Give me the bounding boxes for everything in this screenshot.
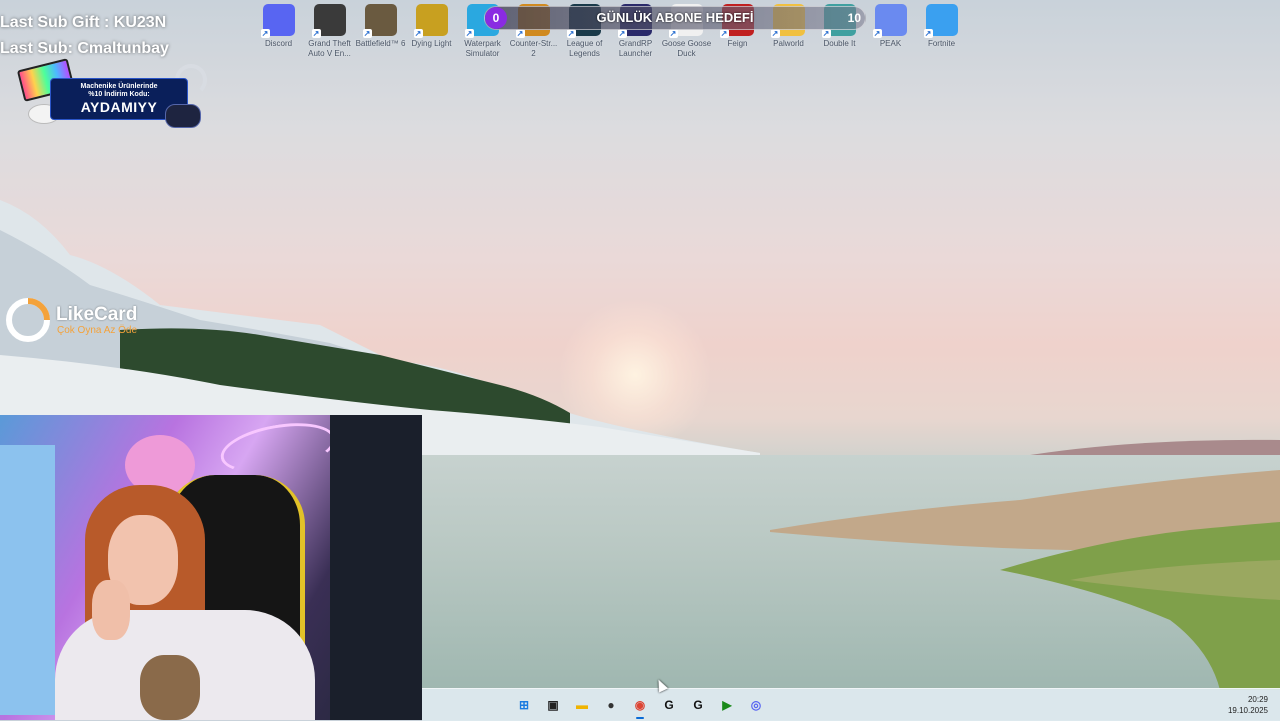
- desktop-shortcut[interactable]: ↗ Dying Light: [406, 4, 457, 59]
- shortcut-arrow-icon: ↗: [719, 29, 729, 38]
- webcam-shirt-print: [140, 655, 200, 720]
- battlefield-icon: ↗: [362, 4, 397, 38]
- chrome-icon: ◉: [634, 698, 646, 712]
- shortcut-arrow-icon: ↗: [872, 29, 882, 38]
- shortcut-arrow-icon: ↗: [362, 29, 372, 38]
- likecard-sponsor: LikeCard Çok Oyna Az Öde: [6, 298, 137, 342]
- task-view-icon: ▣: [547, 698, 559, 712]
- taskbar-time: 20:29: [1247, 695, 1268, 704]
- start-button[interactable]: ⊞: [510, 689, 538, 721]
- gamepad-icon: [165, 104, 201, 128]
- desktop-shortcut-label: PEAK: [879, 39, 902, 48]
- last-sub-gift-text: Last Sub Gift : KU23N: [0, 14, 167, 31]
- peak-icon: ↗: [872, 4, 907, 38]
- sponsor-promo-banner: Machenike Ürünlerinde %10 İndirim Kodu: …: [16, 58, 207, 128]
- g-hub-2-button[interactable]: G: [684, 689, 712, 721]
- desktop-shortcut-label: Grand Theft Auto V En...: [308, 39, 351, 58]
- likecard-tagline: Çok Oyna Az Öde: [57, 324, 138, 336]
- webcam-neon-light: [216, 415, 340, 481]
- desktop-shortcut-label: Palworld: [773, 39, 804, 48]
- wallpaper-grass: [770, 470, 1280, 690]
- desktop-shortcut-label: Double It: [823, 39, 856, 48]
- webcam-shelf: [0, 445, 55, 715]
- desktop-shortcut-label: Discord: [264, 39, 293, 48]
- discord-taskbar-icon: ◎: [750, 698, 762, 712]
- sub-goal-bar: 0 GÜNLÜK ABONE HEDEFİ 10: [484, 6, 866, 30]
- webcam-background: [330, 415, 422, 720]
- shortcut-arrow-icon: ↗: [413, 29, 423, 38]
- desktop-shortcut[interactable]: ↗ Grand Theft Auto V En...: [304, 4, 355, 59]
- desktop-shortcut-label: Counter-Str... 2: [509, 39, 558, 58]
- taskbar-pinned-apps: ⊞ ▣ ▬ ● ◉ G G ▶ ◎: [510, 689, 771, 721]
- file-explorer-icon: ▬: [576, 698, 588, 712]
- sub-goal-target: 10: [847, 11, 861, 25]
- desktop-shortcut-label: GrandRP Launcher: [618, 39, 653, 58]
- nvidia-button[interactable]: ▶: [713, 689, 741, 721]
- discord-taskbar-button[interactable]: ◎: [742, 689, 770, 721]
- shortcut-arrow-icon: ↗: [311, 29, 321, 38]
- g-hub-2-icon: G: [693, 698, 703, 712]
- desktop-shortcut[interactable]: ↗ Battlefield™ 6: [355, 4, 406, 59]
- webcam-feed: [0, 415, 422, 720]
- desktop-shortcut-label: Feign: [727, 39, 748, 48]
- taskbar-clock[interactable]: 20:29 19.10.2025: [1228, 694, 1268, 716]
- desktop-shortcut[interactable]: ↗ Fortnite: [916, 4, 967, 59]
- sub-info-overlay: Last Sub Gift : KU23N Last Sub: Cmaltunb…: [0, 10, 169, 62]
- desktop-shortcut-label: Fortnite: [927, 39, 956, 48]
- desktop-shortcut[interactable]: ↗ PEAK: [865, 4, 916, 59]
- active-app-indicator: [636, 717, 644, 719]
- shortcut-arrow-icon: ↗: [821, 29, 831, 38]
- taskbar-date: 19.10.2025: [1227, 706, 1268, 715]
- file-explorer-button[interactable]: ▬: [568, 689, 596, 721]
- shortcut-arrow-icon: ↗: [464, 29, 474, 38]
- shortcut-arrow-icon: ↗: [260, 29, 270, 38]
- desktop-shortcut-label: League of Legends: [566, 39, 603, 58]
- likecard-name: LikeCard: [56, 303, 138, 325]
- obs-icon: ●: [607, 698, 615, 712]
- obs-button[interactable]: ●: [597, 689, 625, 721]
- shortcut-arrow-icon: ↗: [566, 29, 576, 38]
- task-view-button[interactable]: ▣: [539, 689, 567, 721]
- g-hub-button[interactable]: G: [655, 689, 683, 721]
- desktop-shortcut-label: Battlefield™ 6: [355, 39, 406, 48]
- desktop-shortcut[interactable]: ↗ Discord: [253, 4, 304, 59]
- fortnite-icon: ↗: [923, 4, 958, 38]
- promo-line-1: Machenike Ürünlerinde: [80, 83, 158, 90]
- nvidia-icon: ▶: [722, 698, 732, 712]
- desktop-shortcut-label: Goose Goose Duck: [661, 39, 712, 58]
- shortcut-arrow-icon: ↗: [617, 29, 627, 38]
- gta-icon: ↗: [311, 4, 346, 38]
- chrome-button[interactable]: ◉: [626, 689, 654, 721]
- shortcut-arrow-icon: ↗: [923, 29, 933, 38]
- promo-line-2: %10 İndirim Kodu:: [88, 91, 150, 98]
- shortcut-arrow-icon: ↗: [770, 29, 780, 38]
- discord-icon: ↗: [260, 4, 295, 38]
- likecard-logo-icon: [6, 298, 50, 342]
- taskbar: ⊞ ▣ ▬ ● ◉ G G ▶ ◎ 20:29 19.10.2025: [422, 688, 1280, 721]
- shortcut-arrow-icon: ↗: [668, 29, 678, 38]
- desktop-shortcut-label: Dying Light: [411, 39, 452, 48]
- g-hub-icon: G: [664, 698, 674, 712]
- desktop-shortcut-label: Waterpark Simulator: [464, 39, 501, 58]
- sub-goal-title: GÜNLÜK ABONE HEDEFİ: [596, 10, 754, 25]
- start-icon: ⊞: [518, 698, 530, 712]
- webcam-streamer-hand: [92, 580, 130, 640]
- last-sub-text: Last Sub: Cmaltunbay: [0, 40, 169, 57]
- dying-light-icon: ↗: [413, 4, 448, 38]
- shortcut-arrow-icon: ↗: [515, 29, 525, 38]
